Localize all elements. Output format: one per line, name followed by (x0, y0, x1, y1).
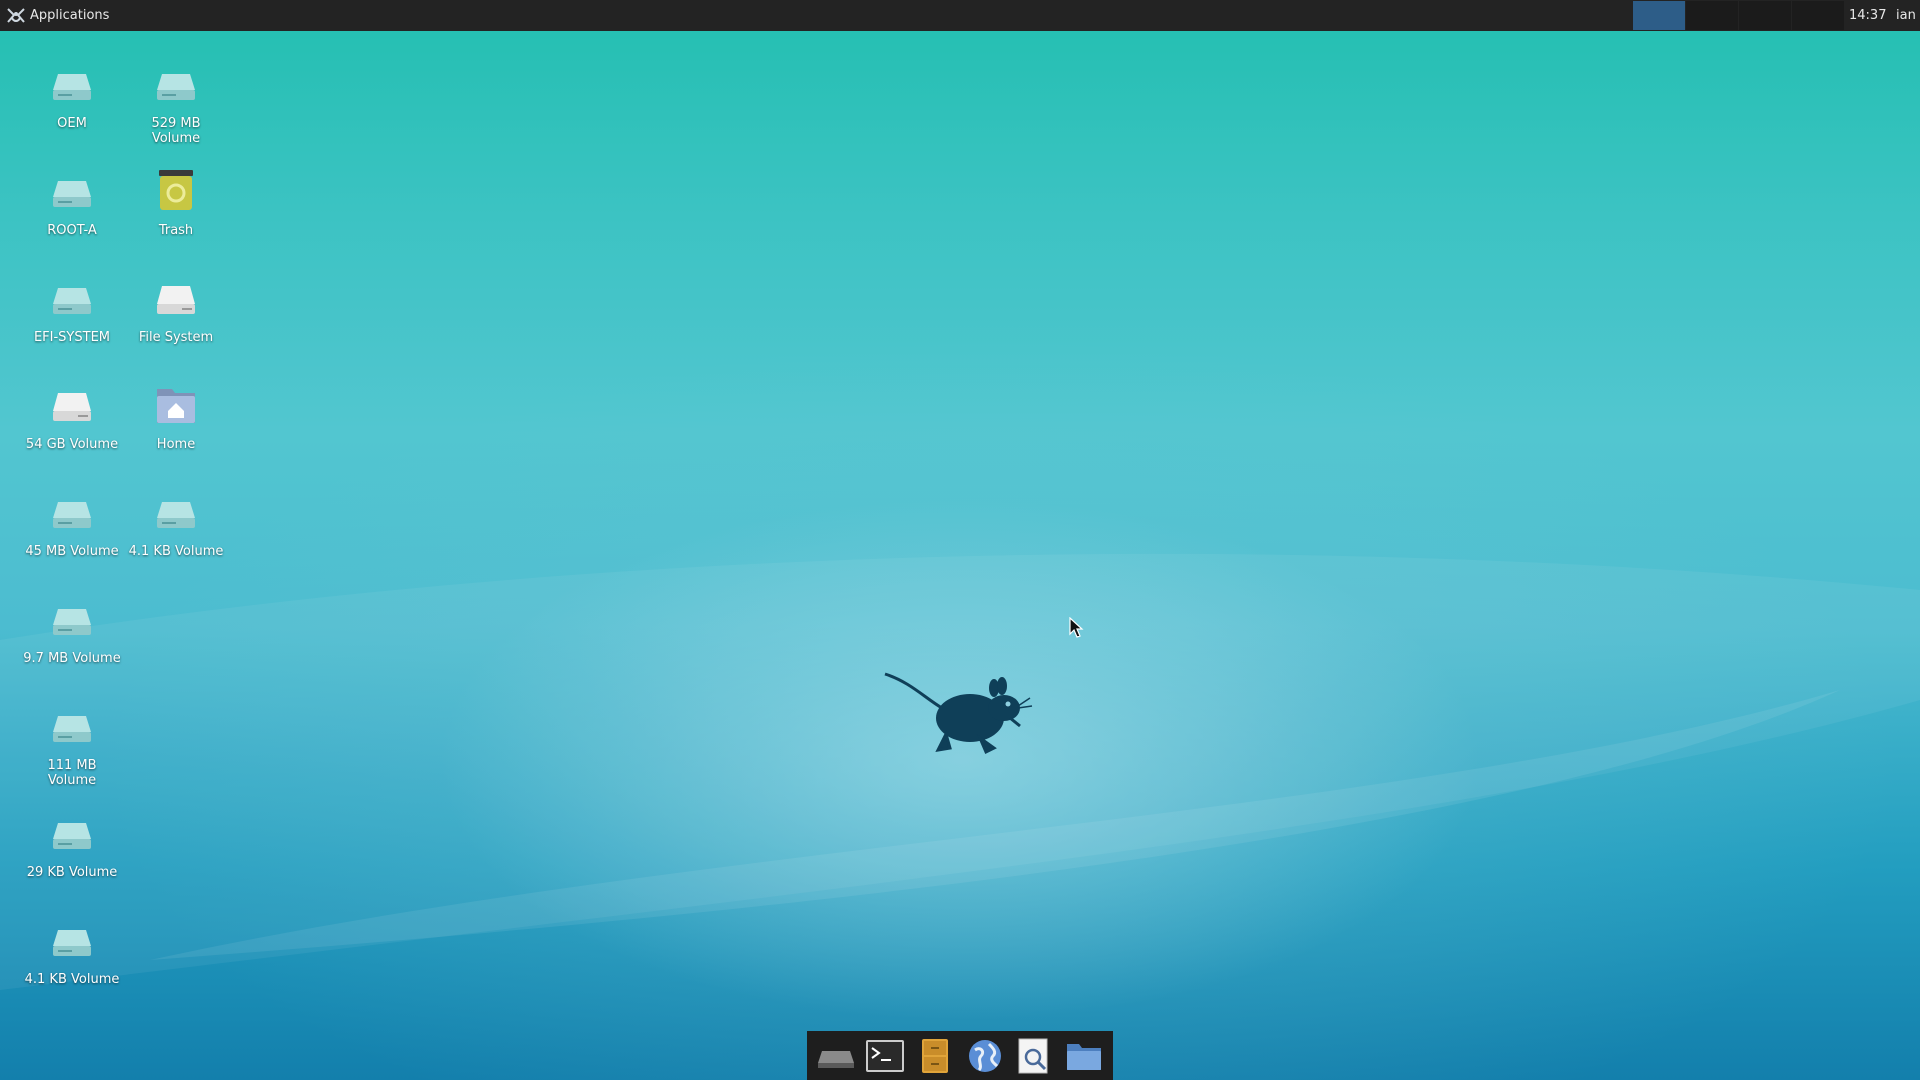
xfce-mouse-mascot (884, 672, 1033, 755)
desktop-icon-efi-system[interactable]: EFI-SYSTEM (20, 274, 124, 345)
wallpaper-swoosh (0, 553, 1920, 990)
trash-icon (159, 170, 193, 210)
dock-file-manager[interactable] (913, 1034, 957, 1078)
terminal-icon (866, 1039, 905, 1072)
globe-icon (968, 1039, 1001, 1072)
drive-icon (157, 502, 195, 528)
workspace-2[interactable] (1686, 1, 1738, 30)
user-menu[interactable]: ian (1896, 0, 1916, 31)
desktop-icon-4kb-volume-2[interactable]: 4.1 KB Volume (20, 916, 124, 987)
drive-icon (53, 823, 91, 849)
clock[interactable]: 14:37 (1849, 0, 1886, 31)
dock-folder[interactable] (1062, 1034, 1106, 1078)
drive-icon (53, 288, 91, 314)
desktop-icon-4kb-volume[interactable]: 4.1 KB Volume (124, 488, 228, 559)
desktop-icon-111mb-volume[interactable]: 111 MB Volume (20, 702, 124, 788)
desktop-icon-oem[interactable]: OEM (20, 60, 124, 131)
harddisk-icon (157, 286, 195, 314)
desktop-icon-home[interactable]: Home (124, 381, 228, 452)
desktop-icon-54gb-volume[interactable]: 54 GB Volume (20, 381, 124, 452)
dock-app-finder[interactable] (1012, 1034, 1056, 1078)
drive-icon (53, 716, 91, 742)
workspace-switcher (1633, 1, 1845, 30)
desktop-icon-45mb-volume[interactable]: 45 MB Volume (20, 488, 124, 559)
desktop-icon-29kb-volume[interactable]: 29 KB Volume (20, 809, 124, 880)
home-folder-icon (157, 389, 195, 423)
drive-icon (53, 74, 91, 100)
desktop-icon-root-a[interactable]: ROOT-A (20, 167, 124, 238)
applications-label: Applications (30, 8, 110, 23)
drive-icon (53, 930, 91, 956)
dock-web-browser[interactable] (963, 1034, 1007, 1078)
drive-icon (157, 74, 195, 100)
xfce-logo-icon (7, 7, 25, 23)
magnifier-icon (1018, 1038, 1048, 1073)
workspace-1[interactable] (1633, 1, 1685, 30)
desktop-icon-file-system[interactable]: File System (124, 274, 228, 345)
top-panel: Applications 14:37 ian (0, 0, 1920, 31)
harddisk-icon (53, 393, 91, 421)
folder-icon (1067, 1043, 1102, 1070)
file-cabinet-icon (922, 1038, 949, 1073)
dock-show-desktop[interactable] (814, 1034, 858, 1078)
dock-terminal[interactable] (863, 1034, 907, 1078)
show-desktop-icon (817, 1050, 854, 1068)
drive-icon (53, 609, 91, 635)
applications-menu-button[interactable]: Applications (0, 0, 115, 31)
desktop-icon-529mb-volume[interactable]: 529 MB Volume (124, 60, 228, 146)
workspace-4[interactable] (1792, 1, 1844, 30)
mouse-cursor-icon (1069, 617, 1084, 638)
bottom-dock (807, 1031, 1113, 1080)
drive-icon (53, 502, 91, 528)
desktop-icon-9mb-volume[interactable]: 9.7 MB Volume (20, 595, 124, 666)
workspace-3[interactable] (1739, 1, 1791, 30)
drive-icon (53, 181, 91, 207)
desktop-icon-trash[interactable]: Trash (124, 167, 228, 238)
